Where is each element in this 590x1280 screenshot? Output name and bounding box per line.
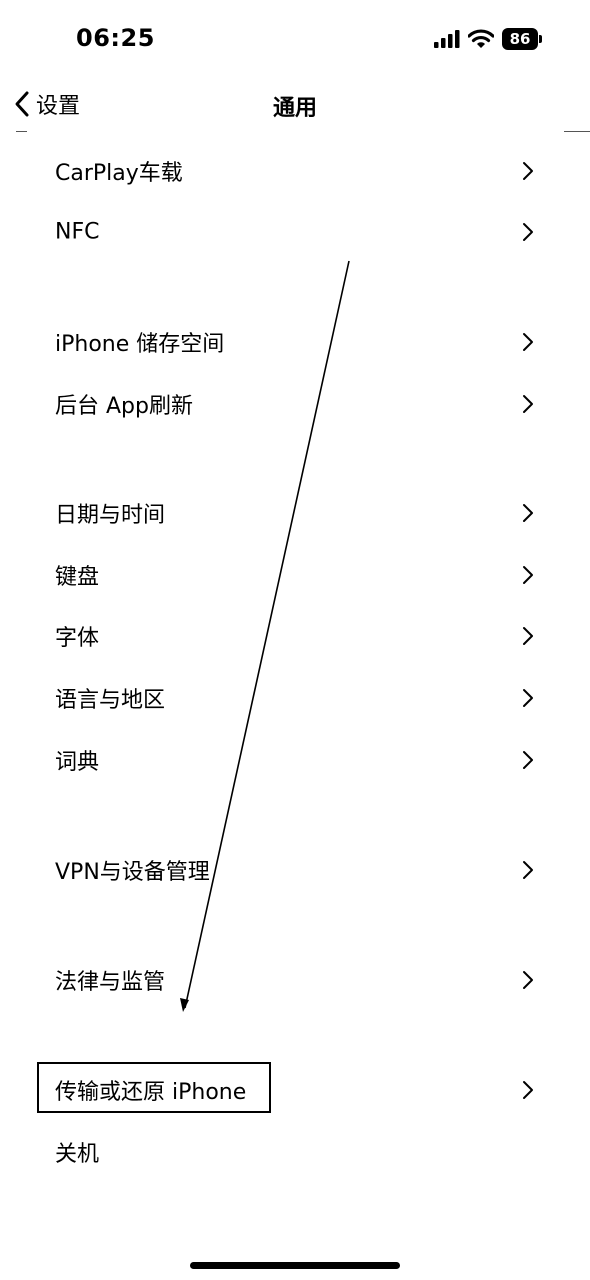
status-icons: 86 <box>434 26 542 52</box>
chevron-right-icon <box>523 223 533 241</box>
list-item-label: 传输或还原 iPhone <box>55 1080 247 1105</box>
home-indicator[interactable] <box>190 1262 400 1269</box>
list-item-label: iPhone 储存空间 <box>55 332 225 357</box>
list-item-vpn-device-management[interactable]: VPN与设备管理 <box>0 842 590 898</box>
list-item-keyboard[interactable]: 键盘 <box>0 547 590 603</box>
list-item-label: 后台 App刷新 <box>55 394 193 419</box>
chevron-right-icon <box>523 751 533 769</box>
chevron-right-icon <box>523 333 533 351</box>
list-item-nfc[interactable]: NFC <box>0 204 590 260</box>
list-item-label: 日期与时间 <box>55 503 166 528</box>
chevron-right-icon <box>523 971 533 989</box>
list-item-dictionary[interactable]: 词典 <box>0 732 590 788</box>
list-item-label: VPN与设备管理 <box>55 860 210 885</box>
list-item-label: 法律与监管 <box>55 970 166 995</box>
chevron-right-icon <box>523 627 533 645</box>
battery-level: 86 <box>502 28 538 50</box>
separator-fragment-left <box>16 131 27 132</box>
status-time: 06:25 <box>76 24 155 52</box>
list-item-label: 字体 <box>55 626 100 651</box>
list-item-label: 关机 <box>55 1142 100 1167</box>
list-item-label: NFC <box>55 219 100 245</box>
chevron-right-icon <box>523 566 533 584</box>
wifi-icon <box>468 29 494 48</box>
battery-tip <box>539 35 542 43</box>
chevron-right-icon <box>523 395 533 413</box>
list-item-shut-down[interactable]: 关机 <box>0 1124 590 1180</box>
settings-general-screen: 06:25 86 设置 通用 CarPlay车载 NFC iPhone 储存空间… <box>0 0 590 1280</box>
chevron-right-icon <box>523 861 533 879</box>
list-item-language-region[interactable]: 语言与地区 <box>0 670 590 726</box>
chevron-right-icon <box>523 504 533 522</box>
cellular-signal-icon <box>434 30 460 48</box>
list-item-date-time[interactable]: 日期与时间 <box>0 485 590 541</box>
chevron-right-icon <box>523 1081 533 1099</box>
list-item-label: 语言与地区 <box>55 688 166 713</box>
separator-fragment-right <box>564 131 590 132</box>
list-item-label: CarPlay车载 <box>55 161 183 186</box>
chevron-right-icon <box>523 162 533 180</box>
list-item-fonts[interactable]: 字体 <box>0 608 590 664</box>
list-item-transfer-reset-iphone[interactable]: 传输或还原 iPhone <box>0 1062 590 1118</box>
list-item-carplay[interactable]: CarPlay车载 <box>0 143 590 199</box>
chevron-right-icon <box>523 689 533 707</box>
battery-icon: 86 <box>502 28 542 50</box>
page-title: 通用 <box>272 96 317 121</box>
list-item-label: 键盘 <box>55 565 100 590</box>
list-item-legal-regulatory[interactable]: 法律与监管 <box>0 952 590 1008</box>
list-item-label: 词典 <box>55 750 100 775</box>
list-item-iphone-storage[interactable]: iPhone 储存空间 <box>0 314 590 370</box>
list-item-background-app-refresh[interactable]: 后台 App刷新 <box>0 376 590 432</box>
